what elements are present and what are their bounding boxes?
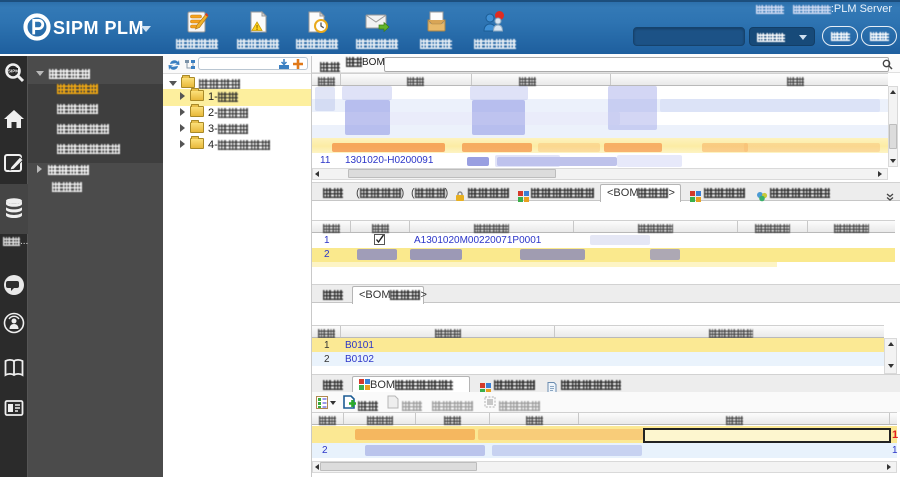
svg-text:!: ! (255, 25, 257, 32)
svg-text:SIPM: SIPM (8, 69, 19, 74)
